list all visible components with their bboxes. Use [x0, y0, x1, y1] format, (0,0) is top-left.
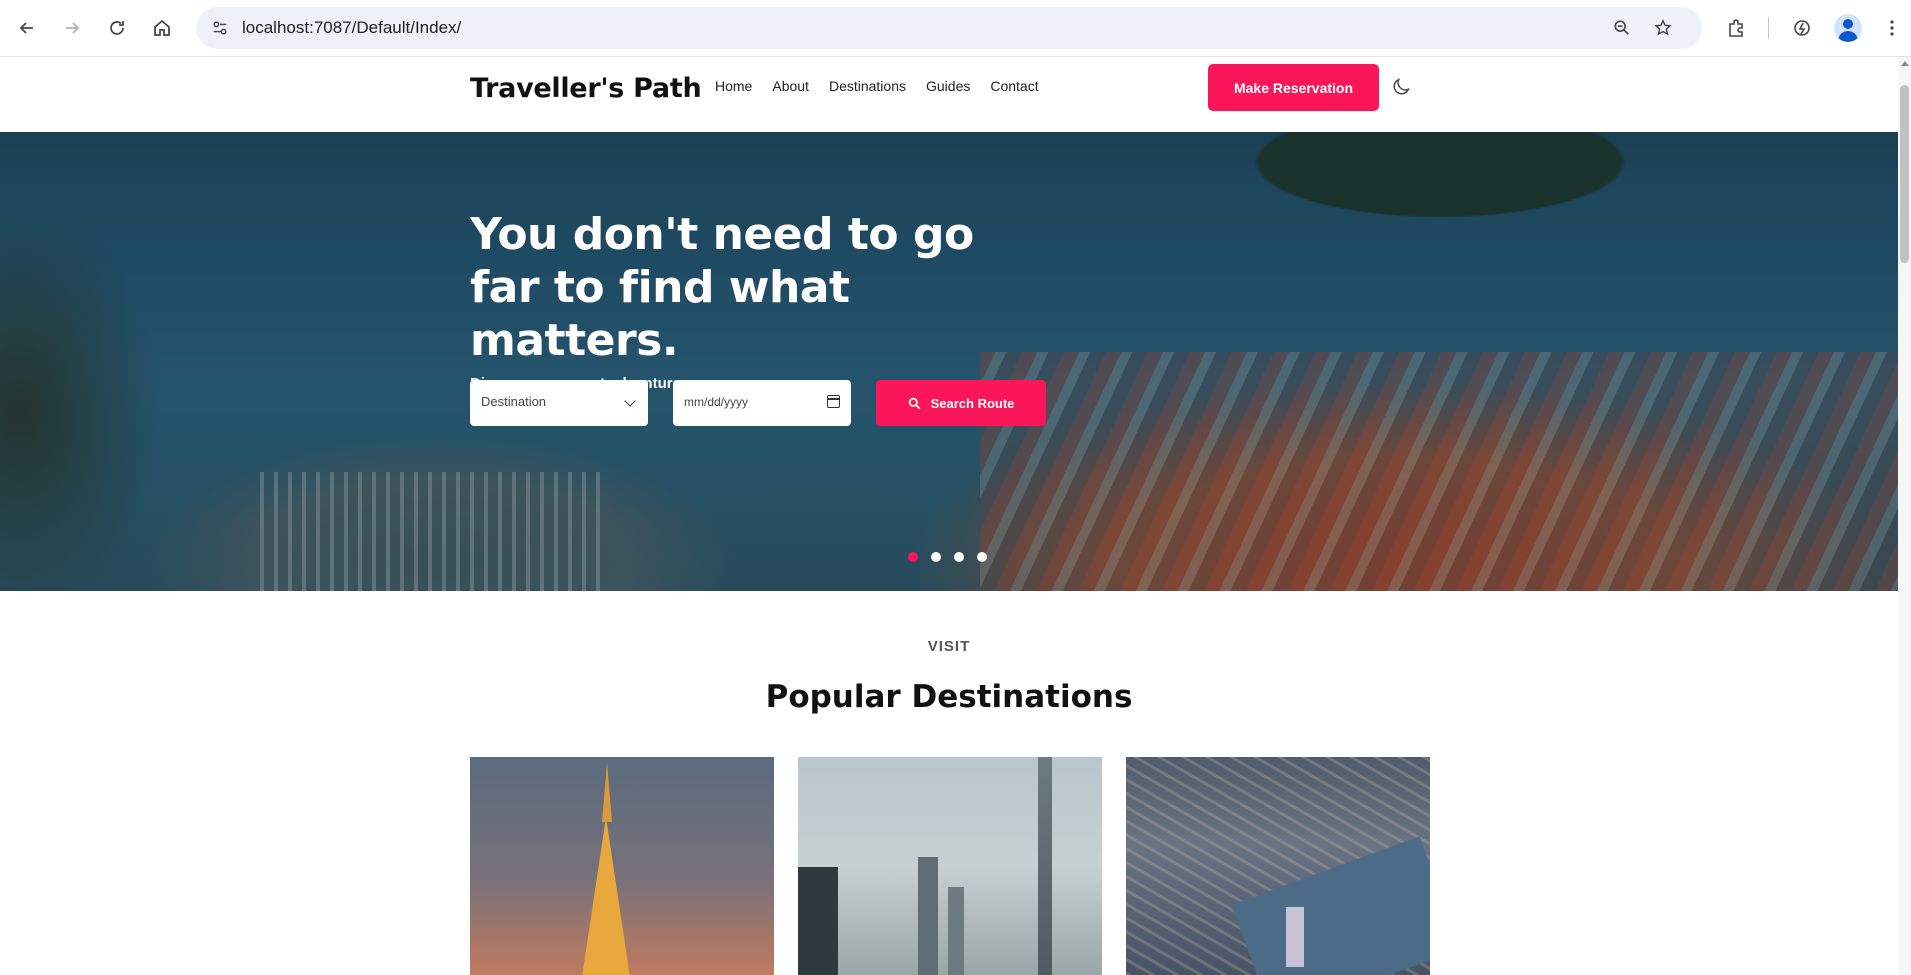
carousel-indicators — [908, 552, 987, 562]
nav-guides[interactable]: Guides — [926, 78, 970, 94]
destination-select-value: Destination — [481, 394, 547, 409]
site-header: Traveller's Path Home About Destinations… — [0, 57, 1898, 132]
date-input-placeholder: mm/dd/yyyy — [684, 395, 749, 409]
forward-icon[interactable] — [56, 12, 88, 44]
hero-banner: You don't need to go far to find what ma… — [0, 132, 1898, 591]
address-bar[interactable]: localhost:7087/Default/Index/ — [196, 7, 1702, 49]
profile-avatar-icon[interactable] — [1834, 14, 1862, 42]
section-title: Popular Destinations — [765, 679, 1133, 715]
destination-card-london[interactable] — [1126, 757, 1430, 975]
burj-khalifa-image — [1038, 757, 1052, 975]
search-icon — [908, 397, 921, 409]
carousel-dot-4[interactable] — [977, 552, 987, 562]
dark-mode-moon-icon[interactable] — [1390, 76, 1416, 102]
chevron-down-icon — [624, 395, 636, 407]
toolbar-divider — [1768, 17, 1769, 39]
carousel-dot-1[interactable] — [908, 552, 918, 562]
skyline-building — [948, 887, 964, 975]
hero-harbor-detail — [260, 472, 600, 591]
site-info-icon[interactable] — [204, 12, 236, 44]
reload-icon[interactable] — [101, 12, 133, 44]
make-reservation-button[interactable]: Make Reservation — [1208, 64, 1379, 111]
page-scrollbar[interactable] — [1898, 57, 1911, 975]
hero-background-image — [980, 352, 1898, 591]
destination-select[interactable]: Destination — [470, 380, 648, 426]
scroll-up-icon[interactable] — [1901, 61, 1909, 66]
calendar-icon[interactable] — [827, 395, 840, 408]
scrollbar-thumb[interactable] — [1900, 85, 1909, 263]
popular-destinations-section: VISIT Popular Destinations — [0, 591, 1898, 975]
nav-about[interactable]: About — [772, 78, 809, 94]
zoom-icon[interactable] — [1606, 12, 1638, 44]
tower-bridge-image — [1286, 907, 1304, 967]
search-route-label: Search Route — [930, 395, 1015, 411]
nav-destinations[interactable]: Destinations — [829, 78, 906, 94]
hero-title: You don't need to go far to find what ma… — [470, 209, 974, 366]
nav-contact[interactable]: Contact — [990, 78, 1038, 94]
destination-card-dubai[interactable] — [798, 757, 1102, 975]
carousel-dot-2[interactable] — [931, 552, 941, 562]
nav-home[interactable]: Home — [715, 78, 752, 94]
menu-kebab-icon[interactable] — [1876, 12, 1908, 44]
search-route-button[interactable]: Search Route — [876, 380, 1046, 426]
extensions-icon[interactable] — [1720, 12, 1752, 44]
browser-toolbar: localhost:7087/Default/Index/ — [0, 0, 1911, 57]
bookmark-star-icon[interactable] — [1647, 12, 1679, 44]
main-nav: Home About Destinations Guides Contact — [715, 78, 1059, 94]
destination-card-paris[interactable] — [470, 757, 774, 975]
eiffel-tower-image — [582, 817, 630, 975]
date-input[interactable]: mm/dd/yyyy — [673, 380, 851, 426]
home-icon[interactable] — [146, 12, 178, 44]
eiffel-tower-top — [602, 762, 612, 822]
brand-logo[interactable]: Traveller's Path — [470, 73, 702, 104]
hero-content: You don't need to go far to find what ma… — [470, 208, 1030, 392]
back-icon[interactable] — [11, 12, 43, 44]
url-text[interactable]: localhost:7087/Default/Index/ — [242, 18, 461, 38]
performance-icon[interactable] — [1786, 12, 1818, 44]
carousel-dot-3[interactable] — [954, 552, 964, 562]
skyline-building — [918, 857, 938, 975]
skyline-building — [798, 867, 838, 975]
section-kicker: VISIT — [927, 638, 971, 655]
